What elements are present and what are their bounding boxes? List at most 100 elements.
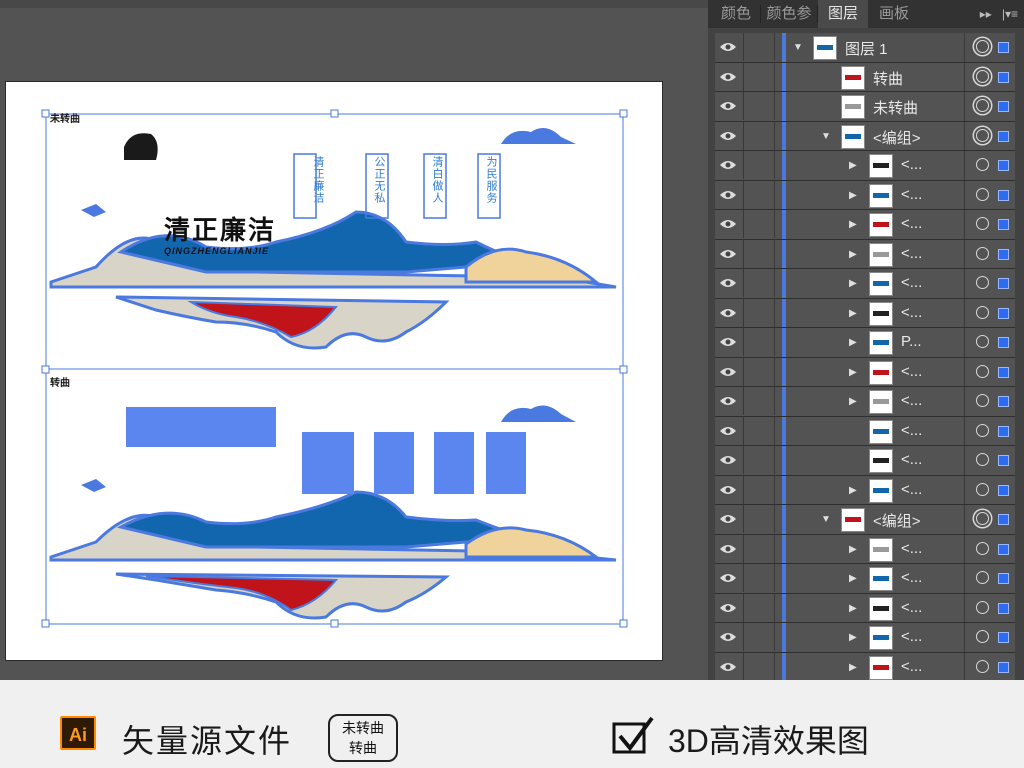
tab-color-guide[interactable]: 颜色参	[761, 0, 817, 28]
eye-visibility-icon[interactable]	[719, 572, 737, 584]
selection-square-icon[interactable]	[998, 130, 1009, 142]
selection-square-icon[interactable]	[998, 219, 1009, 230]
lock-toggle[interactable]	[743, 416, 775, 445]
expand-triangle-icon[interactable]: ▶	[849, 396, 857, 407]
layer-row[interactable]: ▶ <...	[715, 387, 1015, 417]
lock-toggle[interactable]	[743, 593, 775, 622]
eye-visibility-icon[interactable]	[719, 395, 737, 407]
layer-name[interactable]: 未转曲	[873, 97, 918, 118]
expand-triangle-icon[interactable]: ▶	[849, 573, 857, 584]
lock-toggle[interactable]	[743, 328, 775, 356]
layer-row[interactable]: ▼ <编组>	[715, 121, 1015, 151]
layer-name[interactable]: P...	[901, 333, 922, 350]
selection-square-icon[interactable]	[998, 455, 1009, 466]
layer-name[interactable]: <编组>	[873, 127, 921, 148]
eye-visibility-icon[interactable]	[719, 41, 737, 53]
eye-visibility-icon[interactable]	[719, 484, 737, 496]
expand-triangle-icon[interactable]: ▶	[849, 190, 857, 201]
layer-name[interactable]: <...	[901, 215, 922, 232]
collapse-triangle-icon[interactable]: ▼	[821, 131, 831, 142]
layer-name[interactable]: <...	[901, 363, 922, 380]
target-circle-icon[interactable]	[976, 99, 989, 112]
target-circle-icon[interactable]	[976, 305, 989, 319]
selection-square-icon[interactable]	[998, 632, 1009, 643]
eye-visibility-icon[interactable]	[719, 661, 737, 673]
layer-row[interactable]: ▶ <...	[715, 623, 1015, 653]
target-circle-icon[interactable]	[976, 128, 989, 142]
selection-square-icon[interactable]	[998, 484, 1009, 496]
target-circle-icon[interactable]	[976, 158, 989, 171]
eye-visibility-icon[interactable]	[719, 130, 737, 142]
layer-name[interactable]: <...	[901, 658, 922, 675]
artwork-canvas[interactable]	[6, 82, 662, 660]
target-circle-icon[interactable]	[976, 40, 989, 53]
lock-toggle[interactable]	[743, 210, 775, 238]
eye-visibility-icon[interactable]	[719, 454, 737, 466]
lock-toggle[interactable]	[743, 652, 775, 681]
lock-toggle[interactable]	[743, 534, 775, 563]
eye-visibility-icon[interactable]	[719, 189, 737, 201]
layer-row[interactable]: 未转曲	[715, 92, 1015, 122]
layer-name[interactable]: <...	[901, 392, 922, 409]
expand-triangle-icon[interactable]: ▶	[849, 249, 857, 260]
target-circle-icon[interactable]	[976, 423, 989, 437]
selection-square-icon[interactable]	[998, 42, 1009, 53]
lock-toggle[interactable]	[743, 180, 775, 209]
layer-row[interactable]: ▶ <...	[715, 357, 1015, 387]
selection-square-icon[interactable]	[998, 661, 1009, 673]
lock-toggle[interactable]	[743, 239, 775, 268]
layer-name[interactable]: <...	[901, 569, 922, 586]
layer-name[interactable]: <...	[901, 422, 922, 439]
tab-artboards[interactable]: 画板	[870, 0, 918, 28]
eye-visibility-icon[interactable]	[719, 336, 737, 348]
layer-name[interactable]: <...	[901, 481, 922, 498]
selection-square-icon[interactable]	[998, 160, 1009, 171]
expand-triangle-icon[interactable]: ▶	[849, 160, 857, 171]
layer-row[interactable]: ▶ <...	[715, 151, 1015, 181]
layer-row[interactable]: ▶ <...	[715, 475, 1015, 505]
layer-row[interactable]: ▶ <...	[715, 593, 1015, 623]
target-circle-icon[interactable]	[976, 541, 989, 555]
lock-toggle[interactable]	[743, 505, 775, 533]
layer-name[interactable]: 转曲	[873, 68, 903, 89]
layer-row[interactable]: ▶ <...	[715, 652, 1015, 682]
expand-triangle-icon[interactable]: ▶	[849, 337, 857, 348]
layer-name[interactable]: <...	[901, 540, 922, 557]
expand-triangle-icon[interactable]: ▶	[849, 544, 857, 555]
layer-row[interactable]: ▶ <...	[715, 269, 1015, 299]
selection-square-icon[interactable]	[998, 514, 1009, 525]
layer-row[interactable]: ▶ <...	[715, 210, 1015, 240]
layer-name[interactable]: <...	[901, 274, 922, 291]
selection-square-icon[interactable]	[998, 189, 1009, 201]
eye-visibility-icon[interactable]	[719, 366, 737, 378]
expand-triangle-icon[interactable]: ▶	[849, 603, 857, 614]
lock-toggle[interactable]	[743, 357, 775, 386]
target-circle-icon[interactable]	[976, 335, 989, 348]
artboard[interactable]: 未转曲 转曲 清正廉洁 QINGZHENGLIANJIE 清正廉洁 公正无私 清…	[5, 81, 663, 661]
target-circle-icon[interactable]	[976, 600, 989, 614]
layer-row[interactable]: 转曲	[715, 62, 1015, 92]
layer-name[interactable]: <...	[901, 245, 922, 262]
target-circle-icon[interactable]	[976, 394, 989, 407]
expand-triangle-icon[interactable]: ▶	[849, 308, 857, 319]
selection-square-icon[interactable]	[998, 307, 1009, 319]
panel-menu-icon[interactable]: |▾≡	[1002, 7, 1018, 21]
lock-toggle[interactable]	[743, 387, 775, 415]
tab-layers[interactable]: 图层	[818, 0, 868, 28]
lock-toggle[interactable]	[743, 151, 775, 179]
target-circle-icon[interactable]	[976, 364, 989, 378]
layer-name[interactable]: <编组>	[873, 510, 921, 531]
eye-visibility-icon[interactable]	[719, 159, 737, 171]
target-circle-icon[interactable]	[976, 571, 989, 584]
selection-square-icon[interactable]	[998, 278, 1009, 289]
lock-toggle[interactable]	[743, 446, 775, 474]
layer-row[interactable]: ▼ 图层 1	[715, 33, 1015, 63]
layer-row[interactable]: ▶ <...	[715, 298, 1015, 328]
lock-toggle[interactable]	[743, 62, 775, 91]
target-circle-icon[interactable]	[976, 453, 989, 466]
target-circle-icon[interactable]	[976, 482, 989, 496]
eye-visibility-icon[interactable]	[719, 100, 737, 112]
collapse-triangle-icon[interactable]: ▼	[793, 42, 803, 53]
layer-name[interactable]: 图层 1	[845, 38, 888, 59]
lock-toggle[interactable]	[743, 92, 775, 120]
